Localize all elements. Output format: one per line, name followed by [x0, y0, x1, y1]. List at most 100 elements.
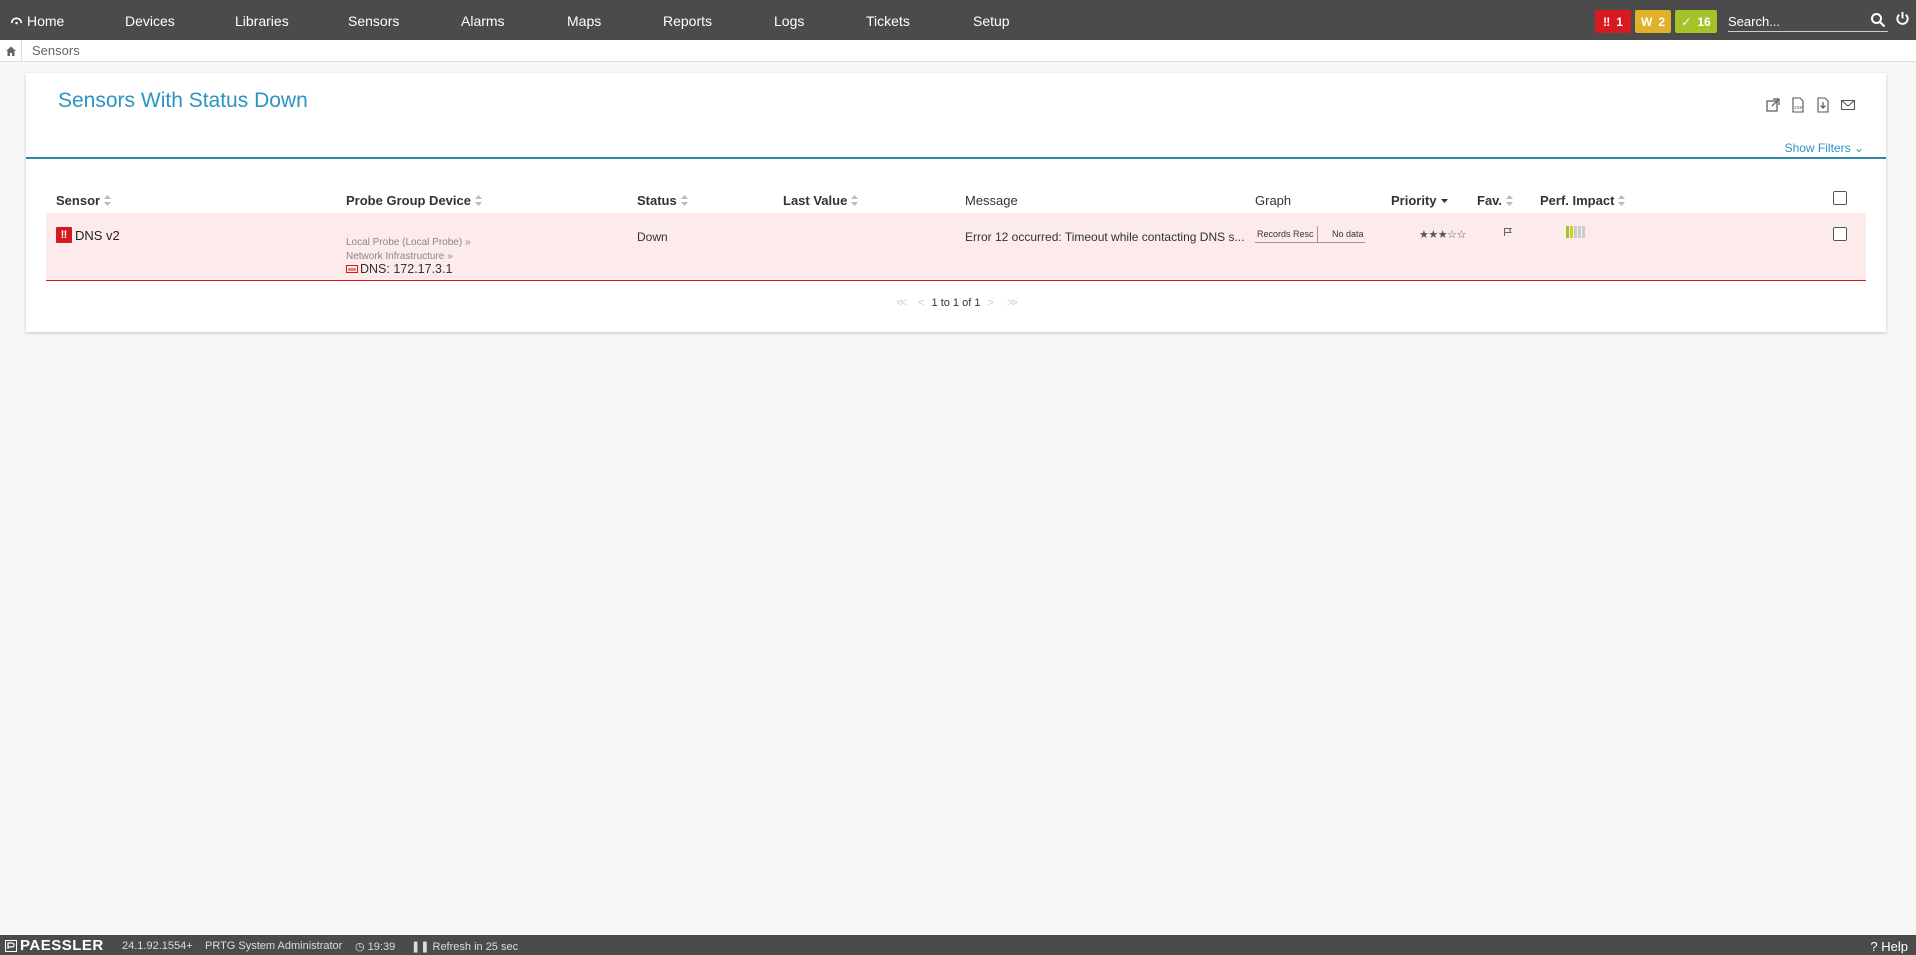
up-count: 16 [1697, 14, 1711, 29]
brand-text: PAESSLER [20, 937, 104, 954]
help-link[interactable]: ? Help [1870, 939, 1908, 954]
chevron-right-icon: » [464, 237, 471, 248]
nav-maps[interactable]: Maps [567, 13, 601, 29]
row-select-checkbox[interactable] [1833, 227, 1847, 241]
sensor-list-panel: Sensors With Status Down csv Show Filter… [26, 73, 1886, 332]
nav-home[interactable]: Home [10, 13, 64, 29]
sort-icon [1506, 195, 1514, 206]
column-header-message-label: Message [965, 193, 1018, 208]
warning-sensors-badge[interactable]: W 2 [1635, 10, 1671, 33]
select-all-checkbox[interactable] [1833, 191, 1847, 205]
perf-impact-bar [1566, 226, 1569, 238]
column-header-fav-label: Fav. [1477, 193, 1503, 208]
prev-page-icon[interactable]: < [918, 297, 924, 309]
first-page-icon[interactable]: << [896, 297, 907, 309]
perf-impact-bar [1570, 226, 1573, 238]
column-header-perf-impact[interactable]: Perf. Impact [1540, 193, 1626, 208]
clock-icon: ◷ [355, 941, 365, 953]
nav-devices[interactable]: Devices [125, 13, 175, 29]
email-icon[interactable] [1840, 97, 1856, 113]
version-text: 24.1.92.1554+ [122, 940, 193, 952]
group-link[interactable]: Network Infrastructure » [346, 251, 453, 262]
device-link-label: DNS: 172.17.3.1 [360, 262, 453, 276]
column-header-last-value-label: Last Value [783, 193, 848, 208]
nav-home-label: Home [27, 13, 65, 29]
warning-letter-icon: W [1641, 14, 1653, 29]
svg-text:csv: csv [1794, 105, 1802, 111]
status-value: Down [637, 230, 668, 244]
nav-alarms[interactable]: Alarms [461, 13, 505, 29]
question-icon: ? [1870, 939, 1878, 954]
perf-impact-bar [1578, 226, 1581, 238]
up-sensors-badge[interactable]: ✓ 16 [1675, 10, 1717, 33]
column-header-status[interactable]: Status [637, 193, 688, 208]
sort-icon [474, 195, 482, 206]
column-header-probe-group-device[interactable]: Probe Group Device [346, 193, 482, 208]
column-header-graph-label: Graph [1255, 193, 1292, 208]
column-header-status-label: Status [637, 193, 677, 208]
breadcrumb-home[interactable] [0, 39, 22, 62]
show-filters-label: Show Filters [1784, 141, 1851, 155]
last-page-icon[interactable]: >> [1007, 297, 1018, 309]
down-count: 1 [1616, 14, 1623, 29]
pagination: << < 1 to 1 of 1 > >> [26, 297, 1886, 309]
column-header-last-value[interactable]: Last Value [783, 193, 859, 208]
open-new-window-icon[interactable] [1765, 97, 1781, 113]
nav-reports[interactable]: Reports [663, 13, 712, 29]
down-status-icon: ‼ [56, 227, 72, 243]
double-exclamation-icon: ‼ [1603, 14, 1611, 29]
search-icon[interactable] [1870, 12, 1886, 28]
down-sensors-badge[interactable]: ‼ 1 [1595, 10, 1631, 33]
nav-sensors[interactable]: Sensors [348, 13, 399, 29]
top-navigation-bar: Home Devices Libraries Sensors Alarms Ma… [0, 0, 1916, 40]
column-header-priority[interactable]: Priority [1391, 193, 1448, 208]
nav-libraries[interactable]: Libraries [235, 13, 289, 29]
page-title: Sensors With Status Down [58, 89, 308, 112]
device-link[interactable]: DNS: 172.17.3.1 [346, 262, 452, 276]
perf-impact-bars [1566, 226, 1585, 238]
column-header-sensor[interactable]: Sensor [56, 193, 112, 208]
refresh-label: Refresh in 25 sec [432, 941, 519, 953]
column-header-perf-impact-label: Perf. Impact [1540, 193, 1615, 208]
group-link-label: Network Infrastructure [346, 251, 445, 262]
search-box [1728, 12, 1888, 32]
perf-impact-bar [1582, 226, 1585, 238]
refresh-status[interactable]: ❚❚ Refresh in 25 sec [411, 940, 518, 953]
house-icon [5, 46, 16, 56]
nav-logs[interactable]: Logs [774, 13, 804, 29]
message-value: Error 12 occurred: Timeout while contact… [965, 230, 1245, 244]
priority-stars[interactable]: ★★★☆☆ [1419, 228, 1466, 241]
mini-graph[interactable]: Records Resc No data [1255, 225, 1365, 243]
pagination-range: 1 to 1 of 1 [931, 297, 981, 309]
show-filters-button[interactable]: Show Filters ⌄ [1785, 141, 1864, 155]
clock-time-label: 19:39 [367, 941, 396, 953]
sort-descending-icon [1440, 199, 1448, 203]
user-name[interactable]: PRTG System Administrator [205, 940, 342, 952]
nav-tickets[interactable]: Tickets [866, 13, 910, 29]
table-row[interactable] [46, 213, 1866, 281]
chevron-right-icon: » [447, 251, 453, 262]
column-header-fav[interactable]: Fav. [1477, 193, 1514, 208]
clock-time: ◷ 19:39 [355, 940, 395, 953]
nav-setup[interactable]: Setup [973, 13, 1010, 29]
chevron-down-icon: ⌄ [1853, 141, 1864, 155]
paessler-logo-icon [5, 939, 17, 952]
logout-power-icon[interactable] [1895, 11, 1910, 26]
pause-icon: ❚❚ [411, 941, 430, 953]
sort-icon [680, 195, 688, 206]
next-page-icon[interactable]: > [988, 297, 994, 309]
column-header-probe-group-device-label: Probe Group Device [346, 193, 471, 208]
graph-separator [1317, 225, 1318, 242]
perf-impact-bar [1574, 226, 1577, 238]
breadcrumb-sensors[interactable]: Sensors [32, 43, 80, 58]
panel-toolbar: csv [1765, 97, 1856, 113]
probe-link[interactable]: Local Probe (Local Probe) » [346, 237, 471, 248]
graph-no-data-label: No data [1332, 228, 1364, 239]
graph-channel-label: Records Resc [1257, 228, 1314, 239]
favorite-flag-icon[interactable] [1503, 227, 1513, 237]
search-input[interactable] [1728, 12, 1858, 30]
breadcrumb: Sensors [0, 39, 1916, 62]
export-csv-icon[interactable]: csv [1790, 97, 1806, 113]
download-icon[interactable] [1815, 97, 1831, 113]
sensor-name-link[interactable]: DNS v2 [75, 228, 120, 243]
